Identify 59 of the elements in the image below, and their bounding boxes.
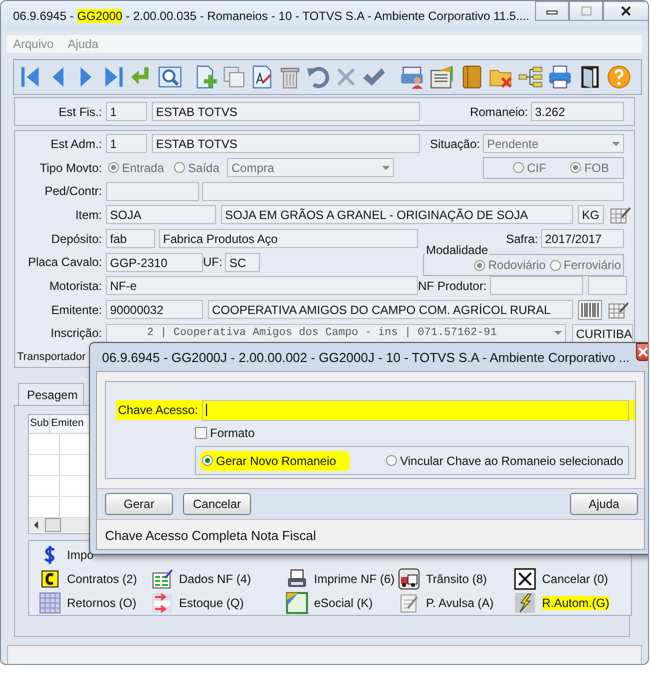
romaneio-field[interactable]: 3.262: [531, 102, 624, 121]
code-field[interactable]: fab: [106, 229, 155, 248]
name-field[interactable]: ESTAB TOTVS: [152, 102, 420, 121]
field-label: Inscrição:: [50, 326, 102, 340]
name-field[interactable]: Fabrica Produtos Aço: [159, 229, 418, 248]
field-label: Situação:: [430, 136, 480, 151]
dialog-title: 06.9.6945 - GG2000J - 2.00.00.002 - GG2000J - 10 - TOTVS S.A - Ambiente Corporativo ...: [102, 350, 630, 364]
dialog-button[interactable]: Ajuda: [570, 493, 638, 515]
description-field[interactable]: SOJA EM GRÃOS A GRANEL - ORIGINAÇÃO DE SOJA: [221, 205, 573, 224]
city-field[interactable]: CURITIBA: [572, 324, 633, 343]
action-button[interactable]: Trânsito (8): [398, 567, 514, 591]
action-button[interactable]: eSocial (K): [286, 591, 398, 615]
plate-field[interactable]: GGP-2310: [106, 252, 203, 272]
field-label: Ped/Contr:: [44, 184, 102, 198]
field-label: Romaneio:: [470, 104, 528, 118]
column-header: Sub: [29, 415, 50, 433]
harvest-field[interactable]: 2017/2017: [541, 229, 624, 248]
field-label: NF Produtor:: [418, 278, 487, 293]
code-field[interactable]: 90000032: [106, 300, 203, 320]
action-button[interactable]: Dados NF (4): [151, 567, 286, 591]
field-label: Placa Cavalo:: [26, 255, 102, 270]
tab[interactable]: Pesagem: [18, 383, 84, 405]
registration-dropdown[interactable]: 2 | Cooperativa Amigos dos Campo - ins | 071.57162-91: [106, 324, 566, 343]
status-dropdown[interactable]: Pendente: [483, 134, 624, 154]
name-field[interactable]: COOPERATIVA AMIGOS DO CAMPO COM. AGRÍCOL RURAL: [208, 300, 573, 320]
field-label: Tipo Movto:: [38, 160, 102, 175]
field-label: Est Adm.:: [50, 136, 102, 151]
name-field[interactable]: ESTAB TOTVS: [152, 134, 420, 154]
checkbox[interactable]: Formato: [195, 426, 255, 440]
field-label: Est Fis.:: [58, 104, 102, 118]
action-button[interactable]: Estoque (Q): [151, 591, 286, 615]
field-label: UF:: [203, 255, 222, 270]
field-label: Safra:: [506, 232, 538, 246]
state-field[interactable]: SC: [225, 252, 260, 272]
column-header: Emiten: [50, 416, 85, 431]
radio-button[interactable]: Vincular Chave ao Romaneio selecionado: [384, 450, 638, 470]
action-button[interactable]: Imprime NF (6): [286, 567, 398, 591]
code-field[interactable]: SOJA: [106, 205, 216, 224]
action-button[interactable]: P. Avulsa (A): [398, 591, 514, 615]
dialog-button[interactable]: Gerar: [105, 493, 173, 515]
group-title: Modalidade: [425, 243, 490, 258]
status-text: Chave Acesso Completa Nota Fiscal: [104, 527, 317, 543]
field-label: Item:: [74, 208, 102, 222]
action-button[interactable]: Contratos (2): [39, 567, 151, 591]
unit-field[interactable]: KG: [578, 205, 604, 224]
driver-field[interactable]: NF-e: [106, 276, 418, 296]
field-label: Motorista:: [48, 278, 102, 293]
action-button[interactable]: Retornos (O): [39, 591, 151, 615]
window-title: 06.9.6945 - GG2000 - 2.00.00.035 - Romaneios - 10 - TOTVS S.A - Ambiente Corporativo 11.5....: [13, 9, 530, 23]
radio-button[interactable]: Gerar Novo Romaneio: [200, 450, 350, 470]
code-field[interactable]: 1: [106, 102, 147, 121]
dialog-button[interactable]: Cancelar: [183, 493, 251, 515]
field-label: Emitente:: [50, 302, 102, 317]
action-button[interactable]: R.Autom.(G): [514, 591, 626, 615]
field-label: Transportador: [17, 351, 86, 364]
field-label: Depósito:: [50, 232, 102, 246]
action-button[interactable]: Impo: [39, 543, 151, 567]
action-button[interactable]: Cancelar (0): [514, 567, 626, 591]
code-field[interactable]: 1: [106, 134, 147, 154]
